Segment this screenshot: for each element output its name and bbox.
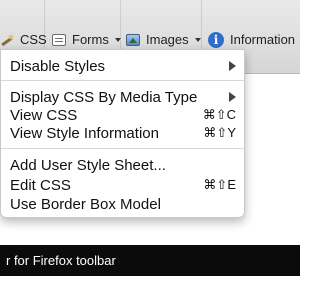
toolbar-images-menu[interactable]: Images <box>126 30 201 50</box>
menu-item-add-user-style-sheet[interactable]: Add User Style Sheet... <box>1 154 244 176</box>
toolbar-information-label: Information <box>230 32 296 47</box>
menu-item-label: Edit CSS <box>10 176 71 194</box>
chevron-down-icon <box>194 38 201 42</box>
toolbar-css-menu[interactable]: CSS <box>0 30 59 50</box>
menu-item-label: View CSS <box>10 106 78 124</box>
menu-item-disable-styles[interactable]: Disable Styles <box>1 55 244 77</box>
keyboard-shortcut: ⌘⇧Y <box>203 125 236 140</box>
menu-item-label: Use Border Box Model <box>10 195 161 213</box>
menu-item-use-border-box-model[interactable]: Use Border Box Model <box>1 193 244 215</box>
caption-bar: r for Firefox toolbar <box>0 245 300 276</box>
forms-icon <box>52 34 66 46</box>
toolbar-information-menu[interactable]: i Information <box>208 30 295 50</box>
submenu-arrow-icon <box>229 92 236 102</box>
pencil-icon <box>0 33 14 47</box>
toolbar-images-label: Images <box>146 32 189 47</box>
css-dropdown-menu: Disable Styles Display CSS By Media Type… <box>0 49 245 218</box>
toolbar-forms-menu[interactable]: Forms <box>52 30 121 50</box>
menu-item-label: View Style Information <box>10 124 159 142</box>
menu-item-label: Add User Style Sheet... <box>10 156 166 174</box>
menu-separator <box>1 148 244 149</box>
images-icon <box>126 34 140 46</box>
toolbar-css-label: CSS <box>20 32 47 47</box>
keyboard-shortcut: ⌘⇧C <box>202 107 236 122</box>
menu-item-label: Display CSS By Media Type <box>10 88 198 106</box>
info-icon: i <box>208 32 224 48</box>
menu-separator <box>1 80 244 81</box>
menu-item-label: Disable Styles <box>10 57 106 75</box>
toolbar-forms-label: Forms <box>72 32 109 47</box>
caption-text: r for Firefox toolbar <box>6 253 116 268</box>
menu-item-view-style-information[interactable]: View Style Information ⌘⇧Y <box>1 122 244 144</box>
keyboard-shortcut: ⌘⇧E <box>203 177 236 192</box>
submenu-arrow-icon <box>229 61 236 71</box>
